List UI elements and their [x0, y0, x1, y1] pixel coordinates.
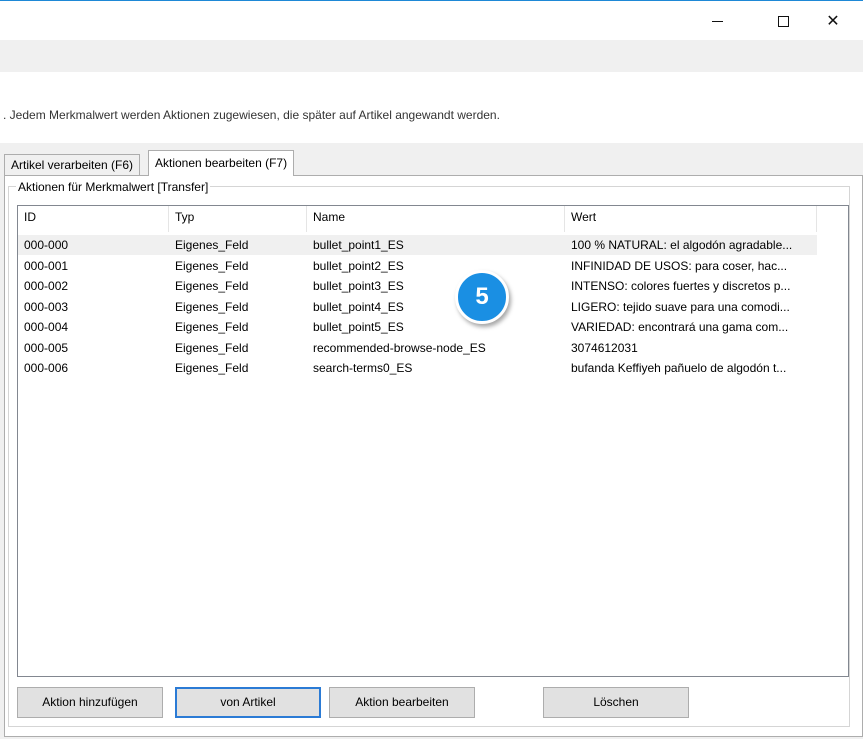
minimize-icon — [711, 20, 723, 22]
cell-wert: 100 % NATURAL: el algodón agradable... — [571, 238, 793, 252]
cell-typ: Eigenes_Feld — [175, 299, 249, 314]
tab-aktionen-bearbeiten[interactable]: Aktionen bearbeiten (F7) — [148, 150, 295, 176]
table-row[interactable]: 000-002 Eigenes_Feld bullet_point3_ES INTEN… — [18, 276, 817, 296]
cell-name: bullet_point3_ES — [313, 279, 404, 293]
cell-typ: Eigenes_Feld — [175, 238, 249, 252]
cell-name: recommended-browse-node_ES — [313, 340, 486, 355]
cell-wert: INFINIDAD DE USOS: para coser, hac... — [571, 258, 788, 273]
column-header-name[interactable]: Name — [307, 206, 565, 232]
cell-id: 000-006 — [24, 361, 69, 375]
description-text: . Jedem Merkmalwert werden Aktionen zuge… — [3, 108, 500, 122]
table-row[interactable]: 000-006 Eigenes_Feld search-terms0_ES bufan… — [18, 358, 817, 378]
table-row[interactable]: 000-005 Eigenes_Feld recommended-browse-no… — [18, 338, 817, 358]
table-row[interactable]: 000-001 Eigenes_Feld bullet_point2_ES INFIN… — [18, 256, 817, 276]
tab-artikel-verarbeiten[interactable]: Artikel verarbeiten (F6) — [4, 154, 141, 176]
cell-id: 000-005 — [24, 340, 69, 355]
minimize-button[interactable] — [694, 2, 740, 40]
step-badge: 5 — [455, 270, 509, 324]
table-row[interactable]: 000-004 Eigenes_Feld bullet_point5_ES VARIE… — [18, 317, 817, 337]
maximize-button[interactable] — [760, 2, 806, 40]
cell-name: bullet_point1_ES — [313, 238, 404, 252]
table-row[interactable]: 000-000 Eigenes_Feld bullet_point1_ES 100 %… — [18, 235, 817, 255]
cell-wert: INTENSO: colores fuertes y discretos p..… — [571, 279, 791, 293]
cell-id: 000-002 — [24, 279, 69, 293]
cell-wert: 3074612031 — [571, 340, 638, 355]
maximize-icon — [777, 15, 789, 27]
title-bar: ✕ — [0, 1, 863, 40]
cell-typ: Eigenes_Feld — [175, 361, 249, 375]
listview-header: ID Typ Name Wert — [18, 206, 848, 232]
cell-name: bullet_point5_ES — [313, 320, 404, 334]
cell-typ: Eigenes_Feld — [175, 279, 249, 293]
column-header-typ[interactable]: Typ — [169, 206, 307, 232]
actions-listview[interactable]: ID Typ Name Wert 000-000 Eigenes_Feld bull… — [17, 205, 849, 677]
delete-button[interactable]: Löschen — [543, 687, 689, 718]
cell-id: 000-003 — [24, 299, 69, 314]
cell-typ: Eigenes_Feld — [175, 320, 249, 334]
cell-name: bullet_point4_ES — [313, 299, 404, 314]
cell-id: 000-001 — [24, 258, 69, 273]
cell-wert: LIGERO: tejido suave para una comodi... — [571, 299, 790, 314]
cell-wert: bufanda Keffiyeh pañuelo de algodón t... — [571, 361, 787, 375]
cell-name: bullet_point2_ES — [313, 258, 404, 273]
cell-wert: VARIEDAD: encontrará una gama com... — [571, 320, 789, 334]
cell-id: 000-000 — [24, 238, 69, 252]
edit-action-button[interactable]: Aktion bearbeiten — [329, 687, 475, 718]
cell-name: search-terms0_ES — [313, 361, 413, 375]
close-button[interactable]: ✕ — [810, 2, 856, 40]
close-icon: ✕ — [826, 13, 840, 30]
from-article-button[interactable]: von Artikel — [175, 687, 321, 718]
cell-typ: Eigenes_Feld — [175, 340, 249, 355]
cell-typ: Eigenes_Feld — [175, 258, 249, 273]
groupbox-title: Aktionen für Merkmalwert [Transfer] — [16, 180, 211, 194]
cell-id: 000-004 — [24, 320, 69, 334]
table-row[interactable]: 000-003 Eigenes_Feld bullet_point4_ES LIGER… — [18, 297, 817, 317]
column-header-id[interactable]: ID — [18, 206, 169, 232]
add-action-button[interactable]: Aktion hinzufügen — [17, 687, 163, 718]
column-header-wert[interactable]: Wert — [565, 206, 817, 232]
toolbar-strip — [0, 40, 863, 72]
